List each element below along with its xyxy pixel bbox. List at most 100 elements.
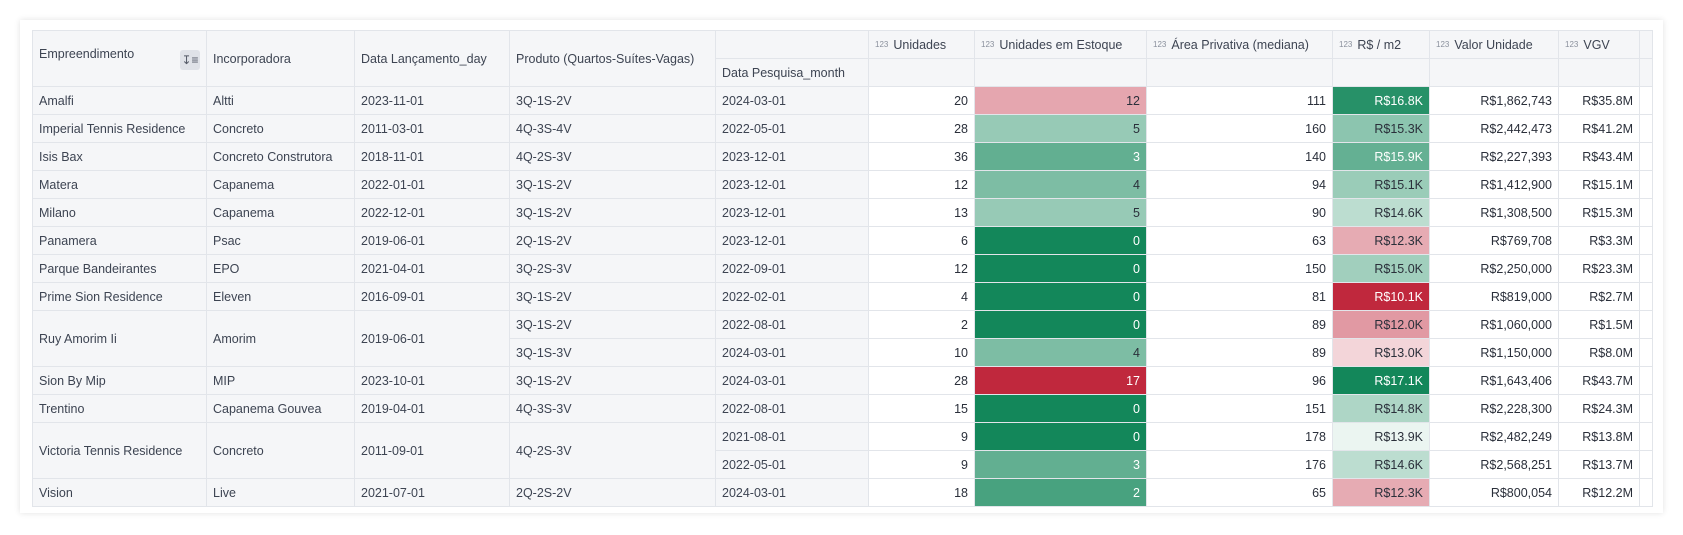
header-incorporadora[interactable]: Incorporadora	[206, 30, 355, 87]
cell-incorporadora: Altti	[206, 86, 355, 115]
cell-rs-m2: R$10.1K	[1332, 282, 1430, 311]
cell-estoque: 0	[974, 254, 1147, 283]
table-row[interactable]: Ruy Amorim Ii Amorim 2019-06-01 3Q-1S-2V 202…	[32, 310, 1653, 367]
header-unidades[interactable]: 123 Unidades	[868, 30, 975, 59]
cell-unidades: 12	[868, 170, 975, 199]
cell-vgv: R$2.7M	[1558, 282, 1640, 311]
table-row[interactable]: Milano Capanema 2022-12-01 3Q-1S-2V 2023-12-…	[32, 198, 1653, 227]
cell-vgv: R$23.3M	[1558, 254, 1640, 283]
cell-area: 81	[1146, 282, 1333, 311]
cell-produto: 4Q-3S-4V	[509, 114, 716, 143]
cell-area: 151	[1146, 394, 1333, 423]
cell-area: 176	[1146, 450, 1333, 479]
cell-incorporadora: Capanema	[206, 170, 355, 199]
header-data-pesquisa[interactable]: Data Pesquisa_month	[715, 58, 869, 87]
header-vgv[interactable]: 123 VGV	[1558, 30, 1640, 59]
header-area[interactable]: 123 Área Privativa (mediana)	[1146, 30, 1333, 59]
cell-filler	[1639, 338, 1653, 367]
cell-filler	[1639, 198, 1653, 227]
cell-area: 96	[1146, 366, 1333, 395]
table-row[interactable]: Panamera Psac 2019-06-01 2Q-1S-2V 2023-12-01…	[32, 226, 1653, 255]
cell-empreendimento: Isis Bax	[32, 142, 207, 171]
table-row[interactable]: Amalfi Altti 2023-11-01 3Q-1S-2V 2024-03-01 2…	[32, 86, 1653, 115]
cell-data-pesquisa: 2022-09-01	[715, 254, 869, 283]
cell-data-lancamento: 2011-03-01	[354, 114, 510, 143]
pivot-table: Empreendimento ↧≡ Incorporadora Data Lan…	[32, 30, 1653, 507]
cell-filler	[1639, 394, 1653, 423]
cell-rs-m2: R$16.8K	[1332, 86, 1430, 115]
cell-empreendimento: Matera	[32, 170, 207, 199]
header-rs-m2[interactable]: 123 R$ / m2	[1332, 30, 1430, 59]
table-row[interactable]: Vision Live 2021-07-01 2Q-2S-2V 2024-03-01 18…	[32, 478, 1653, 507]
cell-produto: 3Q-1S-2V	[509, 86, 716, 115]
cell-data-pesquisa: 2022-02-01	[715, 282, 869, 311]
table-row[interactable]: Victoria Tennis Residence Concreto 2011-09…	[32, 422, 1653, 479]
cell-produto: 4Q-2S-3V	[509, 142, 716, 171]
sort-ascending-icon[interactable]: ↧≡	[180, 50, 200, 70]
cell-unidades: 15	[868, 394, 975, 423]
cell-filler	[1639, 310, 1653, 339]
table-row[interactable]: Matera Capanema 2022-01-01 3Q-1S-2V 2023-12-…	[32, 170, 1653, 199]
cell-estoque: 17	[974, 366, 1147, 395]
cell-data-pesquisa: 2024-03-01	[715, 86, 869, 115]
table-row[interactable]: Trentino Capanema Gouvea 2019-04-01 4Q-3S-3…	[32, 394, 1653, 423]
cell-valor-unidade: R$800,054	[1429, 478, 1559, 507]
cell-data-lancamento: 2016-09-01	[354, 282, 510, 311]
cell-empreendimento: Sion By Mip	[32, 366, 207, 395]
cell-estoque: 3	[974, 142, 1147, 171]
table-row[interactable]: Isis Bax Concreto Construtora 2018-11-01 4Q…	[32, 142, 1653, 171]
cell-empreendimento: Prime Sion Residence	[32, 282, 207, 311]
cell-unidades: 2	[868, 310, 975, 339]
cell-produto: 3Q-1S-2V	[509, 282, 716, 311]
table-row[interactable]: Parque Bandeirantes EPO 2021-04-01 3Q-2S-3V…	[32, 254, 1653, 283]
header-subcell	[868, 58, 975, 87]
cell-produto: 3Q-1S-3V	[509, 338, 716, 367]
cell-valor-unidade: R$2,228,300	[1429, 394, 1559, 423]
cell-area: 65	[1146, 478, 1333, 507]
numeric-type-icon: 123	[875, 39, 889, 49]
cell-area: 90	[1146, 198, 1333, 227]
cell-empreendimento: Amalfi	[32, 86, 207, 115]
cell-data-lancamento: 2011-09-01	[354, 422, 510, 479]
cell-rs-m2: R$12.3K	[1332, 478, 1430, 507]
cell-estoque: 0	[974, 422, 1147, 451]
header-subcell	[1332, 58, 1430, 87]
header-label: Unidades em Estoque	[999, 37, 1123, 52]
cell-data-pesquisa: 2022-08-01	[715, 394, 869, 423]
table-row[interactable]: Imperial Tennis Residence Concreto 2011-03…	[32, 114, 1653, 143]
cell-produto: 3Q-1S-2V	[509, 366, 716, 395]
header-valor-unidade[interactable]: 123 Valor Unidade	[1429, 30, 1559, 59]
cell-estoque: 2	[974, 478, 1147, 507]
cell-produto: 3Q-1S-2V	[509, 170, 716, 199]
cell-valor-unidade: R$1,060,000	[1429, 310, 1559, 339]
cell-vgv: R$8.0M	[1558, 338, 1640, 367]
cell-filler	[1639, 254, 1653, 283]
cell-incorporadora: Psac	[206, 226, 355, 255]
header-estoque[interactable]: 123 Unidades em Estoque	[974, 30, 1147, 59]
cell-unidades: 36	[868, 142, 975, 171]
cell-vgv: R$24.3M	[1558, 394, 1640, 423]
cell-valor-unidade: R$2,227,393	[1429, 142, 1559, 171]
header-data-lancamento[interactable]: Data Lançamento_day	[354, 30, 510, 87]
table-row[interactable]: Sion By Mip MIP 2023-10-01 3Q-1S-2V 2024-03-…	[32, 366, 1653, 395]
header-blank	[715, 30, 869, 59]
cell-estoque: 5	[974, 198, 1147, 227]
cell-estoque: 4	[974, 170, 1147, 199]
cell-vgv: R$1.5M	[1558, 310, 1640, 339]
header-produto[interactable]: Produto (Quartos-Suítes-Vagas)	[509, 30, 716, 87]
header-label: Data Pesquisa_month	[722, 65, 845, 80]
cell-valor-unidade: R$1,150,000	[1429, 338, 1559, 367]
header-label: VGV	[1583, 37, 1610, 52]
header-empreendimento[interactable]: Empreendimento ↧≡	[32, 30, 207, 87]
header-label: R$ / m2	[1357, 37, 1402, 52]
table-row[interactable]: Prime Sion Residence Eleven 2016-09-01 3Q-1…	[32, 282, 1653, 311]
cell-empreendimento: Ruy Amorim Ii	[32, 310, 207, 367]
cell-filler	[1639, 450, 1653, 479]
cell-unidades: 10	[868, 338, 975, 367]
cell-unidades: 13	[868, 198, 975, 227]
cell-vgv: R$12.2M	[1558, 478, 1640, 507]
cell-data-lancamento: 2019-04-01	[354, 394, 510, 423]
cell-empreendimento: Victoria Tennis Residence	[32, 422, 207, 479]
cell-produto: 2Q-2S-2V	[509, 478, 716, 507]
cell-filler	[1639, 86, 1653, 115]
